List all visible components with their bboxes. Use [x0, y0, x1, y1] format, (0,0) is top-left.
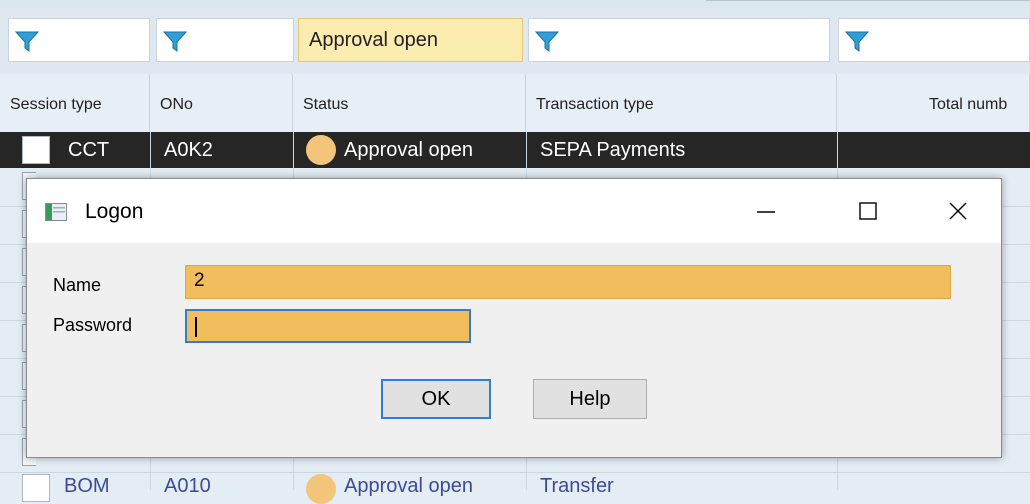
column-header-ono[interactable]: ONo: [150, 74, 293, 132]
close-icon: [949, 202, 967, 220]
filter-status[interactable]: Approval open: [298, 18, 523, 62]
name-label: Name: [53, 275, 102, 295]
filter-total-number[interactable]: [838, 18, 1030, 62]
dialog-titlebar[interactable]: Logon: [27, 179, 1001, 243]
minimize-button[interactable]: [743, 191, 789, 231]
cell-ono: A0K2: [164, 139, 213, 161]
cell-session-type: CCT: [68, 139, 110, 161]
cell-transaction-type: SEPA Payments: [540, 139, 686, 161]
filter-status-value: Approval open: [309, 29, 438, 51]
password-field[interactable]: [185, 309, 471, 343]
cell-ono: A010: [164, 475, 211, 497]
column-header-status[interactable]: Status: [293, 74, 526, 132]
help-button[interactable]: Help: [533, 379, 647, 419]
filter-session-type[interactable]: [8, 18, 150, 62]
column-header-total-number[interactable]: Total numb: [837, 74, 1030, 132]
cell-status: Approval open: [344, 139, 473, 161]
maximize-button[interactable]: [845, 191, 891, 231]
filter-icon[interactable]: [535, 31, 559, 53]
logon-dialog[interactable]: Logon Name 2 Password OK Help: [26, 178, 1002, 458]
ok-button[interactable]: OK: [381, 379, 491, 419]
table-header: Session type ONo Status Transaction type…: [0, 74, 1030, 133]
column-header-session-type[interactable]: Session type: [0, 74, 150, 132]
close-button[interactable]: [935, 191, 981, 231]
filter-icon[interactable]: [163, 31, 187, 53]
row-checkbox[interactable]: [22, 474, 50, 502]
status-dot-icon: [306, 474, 336, 504]
filter-transaction-type[interactable]: [528, 18, 830, 62]
password-label: Password: [53, 315, 133, 335]
filter-icon[interactable]: [15, 31, 39, 53]
cell-session-type: BOM: [64, 475, 110, 497]
maximize-icon: [859, 202, 877, 220]
minimize-icon: [757, 211, 775, 213]
filter-ono[interactable]: [156, 18, 294, 62]
top-strip: [0, 0, 1030, 8]
row-divider: [0, 472, 1030, 473]
text-caret: [195, 317, 197, 337]
app-window-icon: [45, 203, 67, 221]
filter-bar: Approval open: [0, 8, 1030, 74]
table-row-selected[interactable]: CCT A0K2 Approval open SEPA Payments: [0, 132, 1030, 168]
status-dot-icon: [306, 135, 336, 165]
dialog-title: Logon: [85, 200, 144, 223]
filter-icon[interactable]: [845, 31, 869, 53]
cell-status: Approval open: [344, 475, 473, 497]
row-checkbox[interactable]: [22, 136, 50, 164]
cell-transaction-type: Transfer: [540, 475, 614, 497]
column-header-transaction-type[interactable]: Transaction type: [526, 74, 837, 132]
name-field[interactable]: 2: [185, 265, 951, 299]
